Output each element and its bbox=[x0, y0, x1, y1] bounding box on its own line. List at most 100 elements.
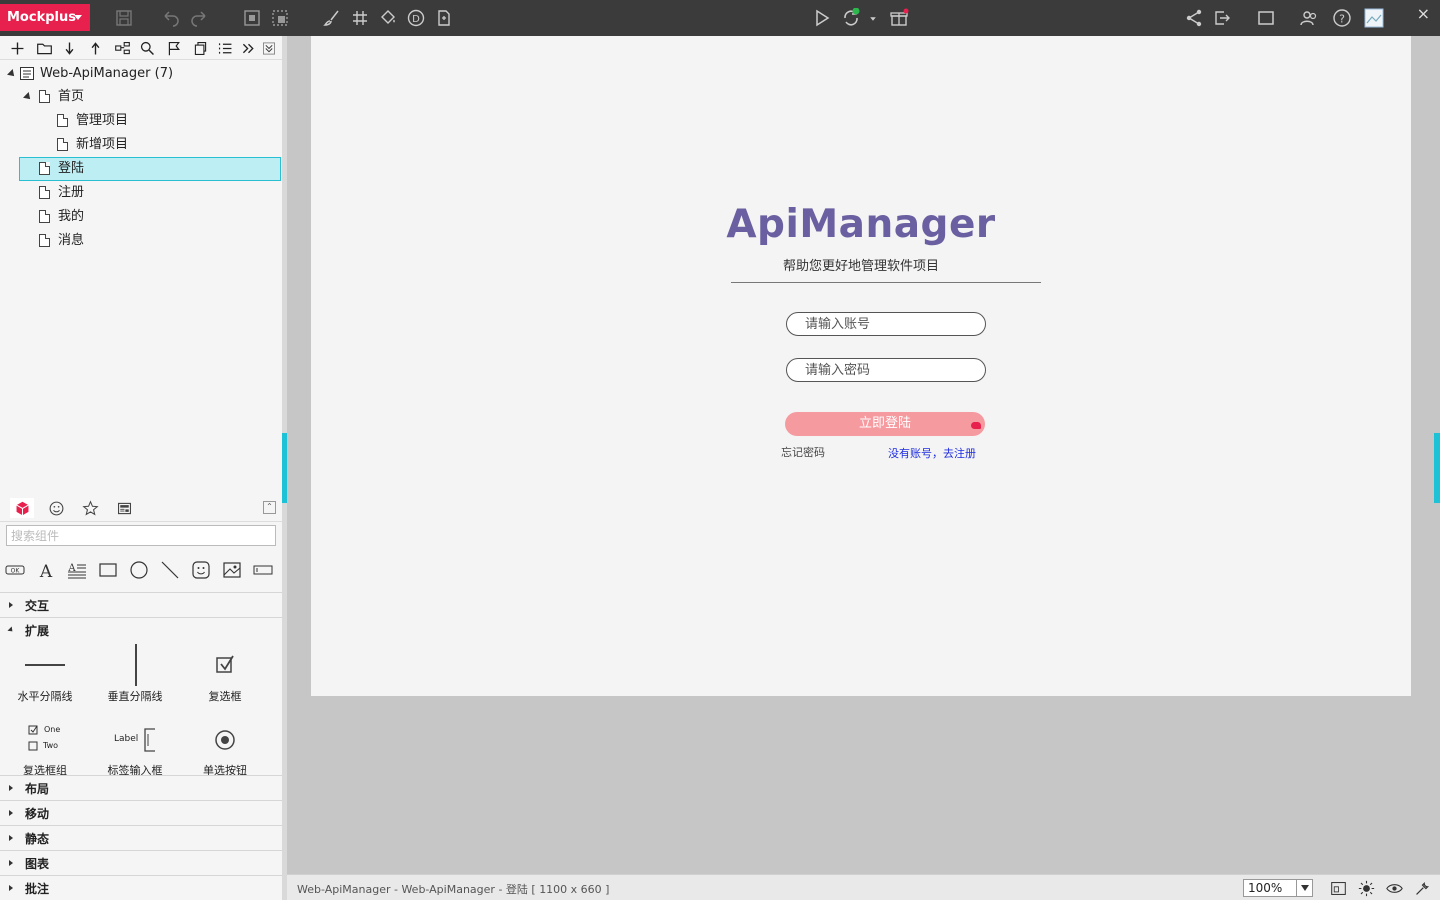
undo-icon[interactable] bbox=[160, 7, 182, 29]
frame-alt-icon[interactable] bbox=[269, 7, 291, 29]
forgot-password-link[interactable]: 忘记密码 bbox=[781, 444, 825, 460]
quick-components: OK A A bbox=[0, 558, 282, 582]
section-annotation[interactable]: 批注 bbox=[0, 875, 282, 899]
paint-bucket-icon[interactable] bbox=[377, 7, 399, 29]
smiley-icon[interactable] bbox=[189, 559, 213, 581]
eye-icon[interactable] bbox=[1383, 878, 1405, 898]
cube-icon[interactable] bbox=[10, 498, 34, 518]
help-icon[interactable]: ? bbox=[1331, 7, 1353, 29]
save-icon[interactable] bbox=[113, 7, 135, 29]
tree-item-label: 注册 bbox=[58, 185, 85, 200]
section-layout[interactable]: 布局 bbox=[0, 775, 282, 799]
widget-checkbox[interactable]: 复选框 bbox=[185, 644, 265, 704]
zoom-value: 100% bbox=[1248, 881, 1283, 895]
tree-item-messages[interactable]: 消息 bbox=[0, 229, 282, 253]
tree-item-mine[interactable]: 我的 bbox=[0, 205, 282, 229]
tools-icon[interactable] bbox=[1411, 878, 1433, 898]
section-mobile[interactable]: 移动 bbox=[0, 800, 282, 824]
circle-icon[interactable] bbox=[127, 559, 151, 581]
right-panel-handle[interactable] bbox=[1434, 433, 1440, 503]
list-icon[interactable] bbox=[215, 38, 235, 58]
close-icon[interactable]: × bbox=[1417, 4, 1430, 23]
redo-icon[interactable] bbox=[188, 7, 210, 29]
tree-item-label: 登陆 bbox=[58, 161, 85, 176]
design-canvas[interactable]: ApiManager 帮助您更好地管理软件项目 立即登陆 忘记密码 没有账号，去… bbox=[287, 36, 1440, 874]
export-page-icon[interactable] bbox=[433, 7, 455, 29]
fit-screen-icon[interactable] bbox=[1327, 878, 1349, 898]
component-search-input[interactable] bbox=[6, 525, 276, 546]
arrow-down-icon[interactable] bbox=[59, 38, 79, 58]
input-icon[interactable] bbox=[251, 559, 275, 581]
thumbnail-icon[interactable] bbox=[1363, 7, 1385, 29]
tree-item-label: 消息 bbox=[58, 233, 85, 248]
section-static[interactable]: 静态 bbox=[0, 825, 282, 849]
tree-item-register[interactable]: 注册 bbox=[0, 181, 282, 205]
section-interaction[interactable]: 交互 bbox=[0, 592, 282, 616]
hierarchy-icon[interactable] bbox=[112, 38, 132, 58]
d-circle-icon[interactable]: D bbox=[405, 7, 427, 29]
section-expand-icon bbox=[9, 835, 13, 841]
line-icon[interactable] bbox=[158, 559, 182, 581]
section-title: 移动 bbox=[25, 807, 50, 821]
flag-icon[interactable] bbox=[164, 38, 184, 58]
sun-icon[interactable] bbox=[1355, 878, 1377, 898]
rectangle-icon[interactable] bbox=[96, 559, 120, 581]
play-icon[interactable] bbox=[811, 7, 833, 29]
section-title: 图表 bbox=[25, 857, 50, 871]
tree-item-new-project[interactable]: 新增项目 bbox=[0, 133, 282, 157]
emoji-icon[interactable] bbox=[44, 498, 68, 518]
share-icon[interactable] bbox=[1183, 7, 1205, 29]
chevron-down-icon[interactable] bbox=[1296, 880, 1312, 896]
sync-icon[interactable] bbox=[840, 7, 862, 29]
template-icon[interactable] bbox=[112, 498, 136, 518]
register-link[interactable]: 没有账号，去注册 bbox=[888, 445, 976, 461]
users-icon[interactable] bbox=[1298, 7, 1320, 29]
collapse-icon[interactable] bbox=[261, 38, 277, 58]
tree-item-label: 新增项目 bbox=[76, 137, 129, 152]
tree-item-manage-projects[interactable]: 管理项目 bbox=[0, 109, 282, 133]
widget-vertical-divider[interactable]: 垂直分隔线 bbox=[95, 644, 175, 704]
expand-triangle-icon[interactable] bbox=[23, 92, 33, 102]
widget-checkbox-group[interactable]: One Two 复选框组 bbox=[5, 718, 85, 778]
section-title: 扩展 bbox=[25, 624, 50, 638]
folder-icon[interactable] bbox=[34, 38, 54, 58]
section-collapse-icon bbox=[7, 626, 15, 634]
grid-icon[interactable] bbox=[349, 7, 371, 29]
export-icon[interactable] bbox=[1211, 7, 1233, 29]
paragraph-icon[interactable]: A bbox=[65, 559, 89, 581]
widget-label: 垂直分隔线 bbox=[107, 690, 163, 703]
copy-icon[interactable] bbox=[190, 38, 210, 58]
svg-text:A: A bbox=[39, 562, 53, 580]
section-extension[interactable]: 扩展 bbox=[0, 617, 282, 641]
password-input[interactable] bbox=[786, 358, 986, 382]
account-input[interactable] bbox=[786, 312, 986, 336]
gift-icon[interactable] bbox=[888, 7, 910, 29]
tree-root-project[interactable]: Web-ApiManager (7) bbox=[0, 62, 282, 86]
login-button[interactable]: 立即登陆 bbox=[785, 412, 985, 436]
sync-menu-chevron-down-icon[interactable] bbox=[866, 7, 880, 29]
expand-triangle-icon[interactable] bbox=[7, 69, 17, 79]
image-icon[interactable] bbox=[220, 559, 244, 581]
search-icon[interactable] bbox=[137, 38, 157, 58]
fullscreen-icon[interactable] bbox=[1255, 7, 1277, 29]
frame-icon[interactable] bbox=[241, 7, 263, 29]
collapse-panel-icon[interactable]: ⌃ bbox=[263, 501, 276, 514]
project-icon bbox=[20, 67, 34, 80]
zoom-select[interactable]: 100% bbox=[1243, 879, 1313, 897]
tree-item-home[interactable]: 首页 bbox=[0, 85, 282, 109]
more-icon[interactable] bbox=[238, 38, 258, 58]
widget-horizontal-divider[interactable]: 水平分隔线 bbox=[5, 644, 85, 704]
widget-label-input[interactable]: Label 标签输入框 bbox=[95, 718, 175, 778]
brush-icon[interactable] bbox=[321, 7, 343, 29]
add-icon[interactable] bbox=[7, 38, 27, 58]
artboard-login-page[interactable]: ApiManager 帮助您更好地管理软件项目 立即登陆 忘记密码 没有账号，去… bbox=[311, 36, 1411, 696]
tree-item-login[interactable]: 登陆 bbox=[19, 157, 281, 181]
section-chart[interactable]: 图表 bbox=[0, 850, 282, 874]
arrow-up-icon[interactable] bbox=[85, 38, 105, 58]
ok-button-icon[interactable]: OK bbox=[3, 559, 27, 581]
text-icon[interactable]: A bbox=[34, 559, 58, 581]
section-title: 批注 bbox=[25, 882, 50, 896]
star-icon[interactable] bbox=[78, 498, 102, 518]
brand-menu-button[interactable]: Mockplus bbox=[0, 4, 90, 31]
widget-radio-button[interactable]: 单选按钮 bbox=[185, 718, 265, 778]
